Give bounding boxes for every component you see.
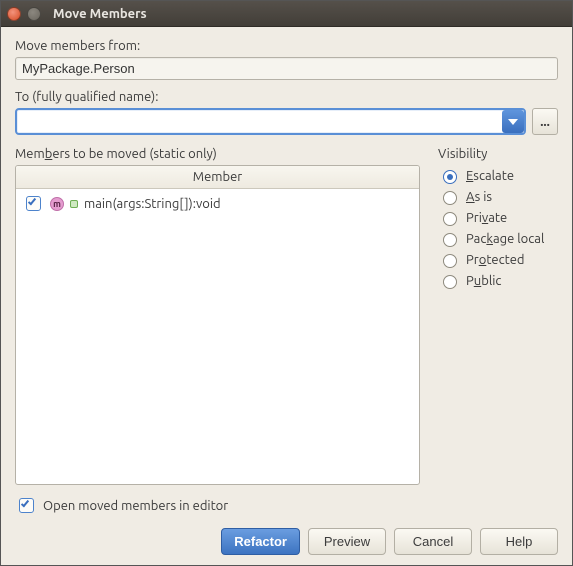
radio-label: Escalate	[466, 169, 514, 183]
move-to-label: To (fully qualified name):	[15, 90, 558, 104]
open-moved-label: Open moved members in editor	[43, 499, 228, 513]
visibility-option-asis[interactable]: As is	[438, 188, 558, 205]
radio-public[interactable]	[443, 275, 457, 289]
cancel-button[interactable]: Cancel	[394, 528, 472, 555]
dialog-buttons: Refactor Preview Cancel Help	[15, 528, 558, 555]
radio-asis[interactable]	[443, 191, 457, 205]
visibility-option-protected[interactable]: Protected	[438, 251, 558, 268]
refactor-button[interactable]: Refactor	[221, 528, 300, 555]
radio-label: Public	[466, 274, 501, 288]
move-to-input[interactable]	[15, 108, 526, 135]
radio-escalate[interactable]	[443, 170, 457, 184]
browse-button-label: ...	[540, 115, 550, 129]
static-decorator-icon	[70, 200, 78, 208]
radio-label: As is	[466, 190, 492, 204]
member-signature: main(args:String[]):void	[84, 197, 221, 211]
radio-label: Protected	[466, 253, 524, 267]
radio-private[interactable]	[443, 212, 457, 226]
window-minimize-button[interactable]	[27, 7, 41, 21]
members-section-label: Members to be moved (static only)	[15, 147, 420, 161]
titlebar: Move Members	[1, 1, 572, 27]
members-column-header: Member	[16, 166, 419, 189]
visibility-option-escalate[interactable]: Escalate	[438, 167, 558, 184]
table-row[interactable]: m main(args:String[]):void	[16, 189, 419, 218]
open-moved-row[interactable]: Open moved members in editor	[15, 495, 558, 516]
help-button[interactable]: Help	[480, 528, 558, 555]
move-to-combo[interactable]	[15, 108, 526, 135]
radio-label: Private	[466, 211, 507, 225]
radio-protected[interactable]	[443, 254, 457, 268]
members-table: Member m main(args:String[]):void	[15, 165, 420, 485]
visibility-option-private[interactable]: Private	[438, 209, 558, 226]
chevron-down-icon[interactable]	[502, 110, 524, 133]
window-close-button[interactable]	[7, 7, 21, 21]
radio-package[interactable]	[443, 233, 457, 247]
dialog-content: Move members from: To (fully qualified n…	[1, 27, 572, 565]
visibility-section: Visibility Escalate As is Private Packag…	[438, 147, 558, 485]
open-moved-checkbox[interactable]	[19, 498, 34, 513]
visibility-option-package[interactable]: Package local	[438, 230, 558, 247]
method-icon: m	[50, 197, 64, 211]
member-checkbox[interactable]	[26, 196, 41, 211]
members-list-body: m main(args:String[]):void	[16, 189, 419, 484]
window-title: Move Members	[53, 7, 147, 21]
move-from-field[interactable]	[15, 57, 558, 80]
visibility-option-public[interactable]: Public	[438, 272, 558, 289]
move-members-dialog: Move Members Move members from: To (full…	[0, 0, 573, 566]
members-section: Members to be moved (static only) Member…	[15, 147, 420, 485]
visibility-label: Visibility	[438, 147, 558, 161]
preview-button[interactable]: Preview	[308, 528, 386, 555]
radio-label: Package local	[466, 232, 544, 246]
move-from-label: Move members from:	[15, 39, 558, 53]
browse-button[interactable]: ...	[532, 108, 558, 135]
